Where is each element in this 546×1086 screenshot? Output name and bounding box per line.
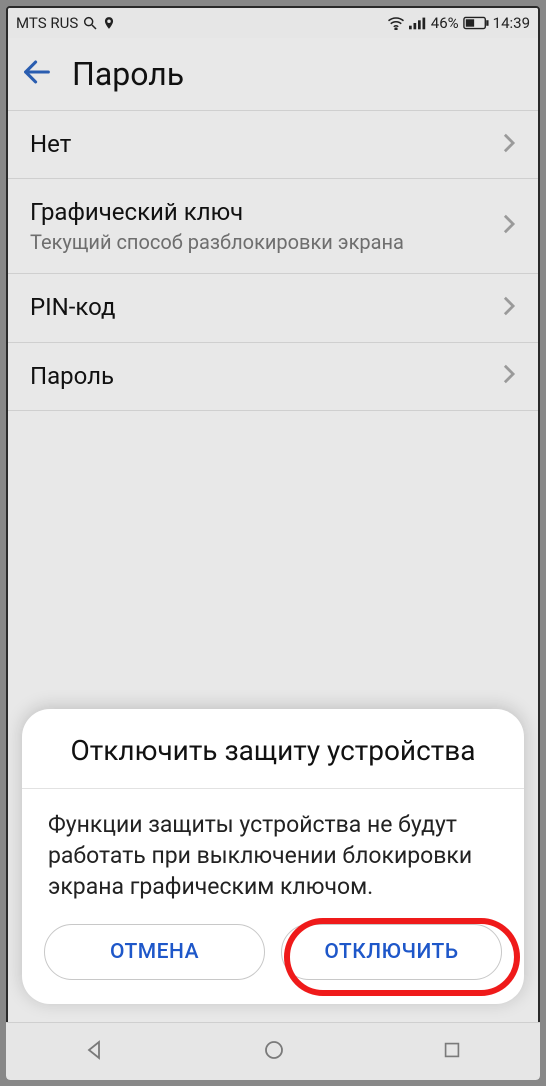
wifi-icon bbox=[387, 16, 405, 30]
cancel-button-label: ОТМЕНА bbox=[110, 940, 199, 964]
confirm-button[interactable]: ОТКЛЮЧИТЬ bbox=[281, 924, 502, 980]
nav-home-button[interactable] bbox=[238, 1030, 310, 1074]
option-label: Нет bbox=[30, 129, 502, 160]
dialog-button-row: ОТМЕНА ОТКЛЮЧИТЬ bbox=[22, 924, 524, 990]
status-bar: MTS RUS 46% 14:39 bbox=[8, 8, 538, 38]
clock-label: 14:39 bbox=[493, 14, 530, 32]
option-pin[interactable]: PIN-код bbox=[8, 273, 538, 341]
page-title: Пароль bbox=[72, 55, 184, 93]
system-nav-bar bbox=[6, 1022, 540, 1080]
search-icon bbox=[82, 15, 98, 31]
carrier-label: MTS RUS bbox=[16, 14, 78, 32]
signal-icon bbox=[409, 16, 427, 30]
confirm-dialog: Отключить защиту устройства Функции защи… bbox=[22, 709, 524, 1004]
option-pattern[interactable]: Графический ключ Текущий способ разблоки… bbox=[8, 178, 538, 273]
dialog-body: Функции защиты устройства не будут работ… bbox=[22, 789, 524, 924]
battery-icon bbox=[463, 16, 489, 30]
battery-pct-label: 46% bbox=[431, 14, 459, 32]
option-label: Пароль bbox=[30, 361, 502, 392]
device-frame: MTS RUS 46% 14:39 Пароль bbox=[6, 6, 540, 1080]
option-label: PIN-код bbox=[30, 292, 502, 323]
back-button[interactable] bbox=[20, 55, 54, 93]
lock-type-list: Нет Графический ключ Текущий способ разб… bbox=[8, 110, 538, 411]
chevron-right-icon bbox=[502, 132, 516, 158]
option-sublabel: Текущий способ разблокировки экрана bbox=[30, 230, 502, 255]
dialog-title: Отключить защиту устройства bbox=[22, 709, 524, 787]
app-header: Пароль bbox=[8, 38, 538, 110]
chevron-right-icon bbox=[502, 363, 516, 389]
chevron-right-icon bbox=[502, 295, 516, 321]
nav-recent-button[interactable] bbox=[417, 1031, 487, 1073]
location-icon bbox=[102, 15, 116, 31]
chevron-right-icon bbox=[502, 213, 516, 239]
nav-back-button[interactable] bbox=[59, 1030, 131, 1074]
confirm-button-label: ОТКЛЮЧИТЬ bbox=[324, 940, 458, 964]
option-none[interactable]: Нет bbox=[8, 110, 538, 178]
cancel-button[interactable]: ОТМЕНА bbox=[44, 924, 265, 980]
option-password[interactable]: Пароль bbox=[8, 342, 538, 411]
option-label: Графический ключ bbox=[30, 197, 502, 228]
